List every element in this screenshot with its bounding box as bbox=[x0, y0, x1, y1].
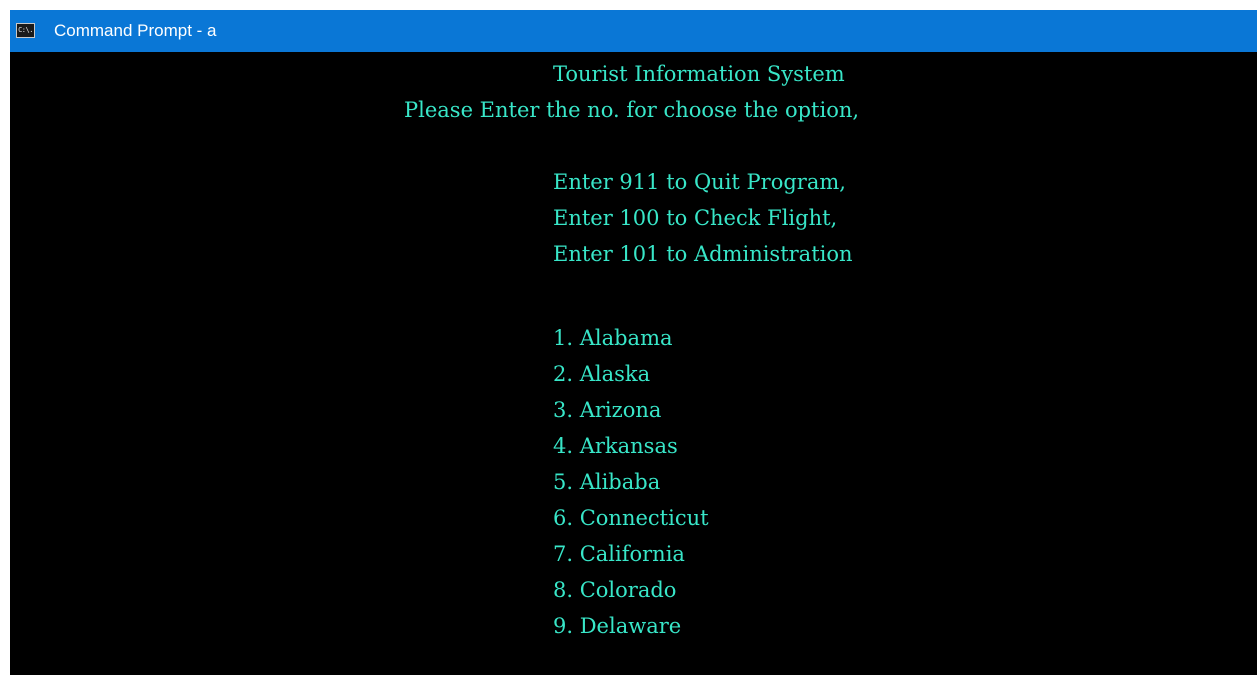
state-list-item: 3. Arizona bbox=[553, 398, 662, 422]
console-output[interactable]: Tourist Information System Please Enter … bbox=[10, 52, 1257, 675]
option-line: Enter 100 to Check Flight, bbox=[553, 206, 838, 230]
state-list-item: 5. Alibaba bbox=[553, 470, 661, 494]
console-instruction: Please Enter the no. for choose the opti… bbox=[404, 98, 860, 122]
state-list-item: 7. California bbox=[553, 542, 685, 566]
state-list-item: 4. Arkansas bbox=[553, 434, 678, 458]
console-heading: Tourist Information System bbox=[553, 62, 845, 86]
cmd-icon-label: C:\. bbox=[18, 26, 33, 34]
state-list-item: 1. Alabama bbox=[553, 326, 673, 350]
state-list-item: 2. Alaska bbox=[553, 362, 651, 386]
state-list-item: 6. Connecticut bbox=[553, 506, 709, 530]
state-list-item: 8. Colorado bbox=[553, 578, 677, 602]
option-line: Enter 101 to Administration bbox=[553, 242, 853, 266]
option-line: Enter 911 to Quit Program, bbox=[553, 170, 846, 194]
window-title: Command Prompt - a bbox=[54, 21, 217, 40]
cmd-icon[interactable]: C:\. bbox=[16, 23, 35, 38]
title-bar[interactable]: C:\. Command Prompt - a bbox=[10, 10, 1257, 52]
state-list-item: 9. Delaware bbox=[553, 614, 682, 638]
command-prompt-window: C:\. Command Prompt - a Tourist Informat… bbox=[10, 10, 1257, 675]
